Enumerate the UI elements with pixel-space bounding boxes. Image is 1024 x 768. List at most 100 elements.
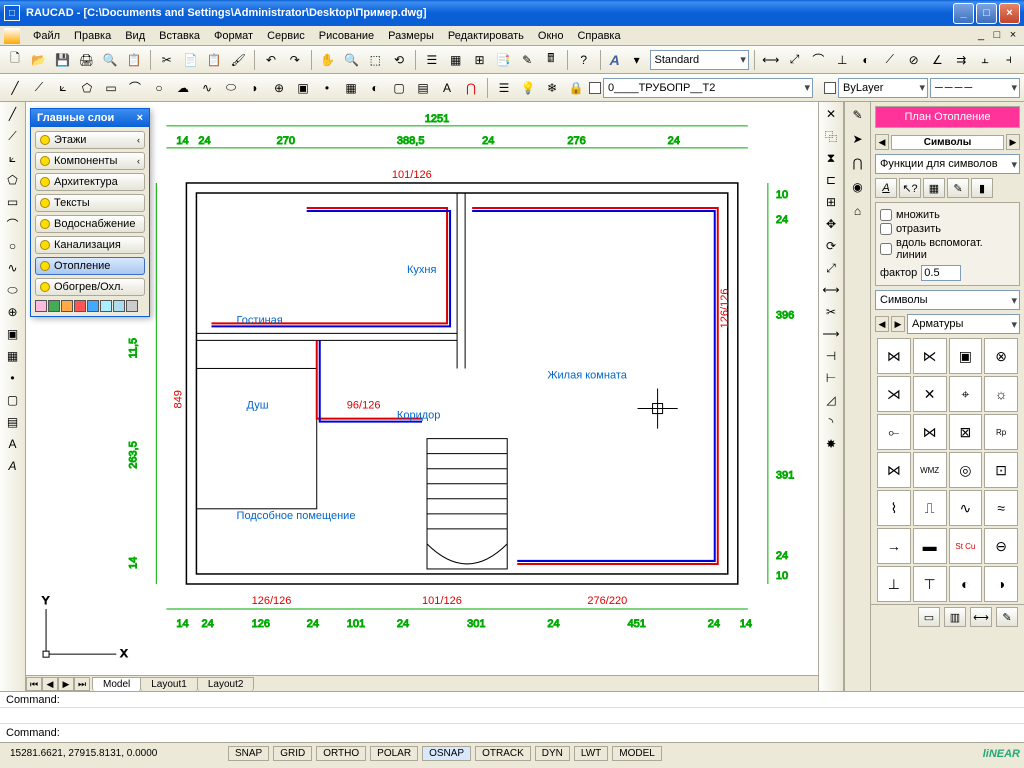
category-combo[interactable]: Арматуры <box>907 314 1020 334</box>
design-center-icon[interactable]: ▦ <box>445 49 467 71</box>
undo-icon[interactable]: ↶ <box>260 49 282 71</box>
stretch-icon[interactable]: ⟷ <box>821 280 841 300</box>
zoom-win-icon[interactable]: ⬚ <box>364 49 386 71</box>
st-table-icon[interactable]: ▤ <box>3 412 23 432</box>
layer-components[interactable]: Компоненты‹ <box>35 152 145 170</box>
paste-icon[interactable]: 📋 <box>203 49 225 71</box>
layer-freeze-icon[interactable]: ❄ <box>541 77 563 99</box>
symbol-wave2[interactable]: ∿ <box>949 490 983 526</box>
snap-toggle[interactable]: SNAP <box>228 746 269 761</box>
command-input[interactable]: Command: <box>0 724 1024 742</box>
symbol-valve9[interactable]: ⟜ <box>877 414 911 450</box>
command-history-line2[interactable] <box>0 708 1024 724</box>
st-polygon-icon[interactable]: ⬠ <box>3 170 23 190</box>
symbols-combo[interactable]: Символы <box>875 290 1020 310</box>
layer-floors[interactable]: Этажи‹ <box>35 131 145 149</box>
symbol-valve12[interactable]: Rp <box>984 414 1018 450</box>
st-rect-icon[interactable]: ▭ <box>3 192 23 212</box>
linetype-combo[interactable]: ──── <box>930 78 1020 98</box>
lwt-toggle[interactable]: LWT <box>574 746 608 761</box>
cut-icon[interactable]: ✂ <box>156 49 178 71</box>
markup-icon[interactable]: ✎ <box>516 49 538 71</box>
menu-service[interactable]: Сервис <box>260 28 312 44</box>
command-history-line[interactable]: Command: <box>0 692 1024 708</box>
pan-icon[interactable]: ✋ <box>317 49 339 71</box>
st-point-icon[interactable]: • <box>3 368 23 388</box>
symbol-valve8[interactable]: ☼ <box>984 376 1018 412</box>
st-block-icon[interactable]: ▣ <box>3 324 23 344</box>
swatch-3[interactable] <box>61 300 73 312</box>
st-pline-icon[interactable]: ⟀ <box>3 148 23 168</box>
swatch-7[interactable] <box>113 300 125 312</box>
scale-icon[interactable]: ⤢ <box>821 258 841 278</box>
layer-mgr-icon[interactable]: ☰ <box>493 77 515 99</box>
explode-icon[interactable]: ✸ <box>821 434 841 454</box>
st-insert-icon[interactable]: ⊕ <box>3 302 23 322</box>
tab-layout1[interactable]: Layout1 <box>140 677 198 691</box>
block-icon[interactable]: ▣ <box>292 77 314 99</box>
symbol-valve7[interactable]: ⌖ <box>949 376 983 412</box>
along-lines-checkbox[interactable]: вдоль вспомогат. линии <box>880 237 1015 261</box>
symbol-valve11[interactable]: ⊠ <box>949 414 983 450</box>
preview-icon[interactable]: 🔍 <box>99 49 121 71</box>
xline-icon[interactable]: ⟋ <box>28 77 50 99</box>
rs-compass-icon[interactable]: ◉ <box>847 176 869 198</box>
symbol-misc3[interactable]: ◐ <box>949 566 983 602</box>
cat-next-icon[interactable]: ▶ <box>891 316 905 332</box>
rectangle-icon[interactable]: ▭ <box>100 77 122 99</box>
mirror-checkbox[interactable]: отразить <box>880 223 1015 235</box>
sym-pencil-icon[interactable]: ✎ <box>947 178 969 198</box>
revcloud-icon[interactable]: ☁ <box>172 77 194 99</box>
symbol-valve14[interactable]: WMZ <box>913 452 947 488</box>
polar-toggle[interactable]: POLAR <box>370 746 418 761</box>
osnap-toggle[interactable]: OSNAP <box>422 746 471 761</box>
menu-file[interactable]: Файл <box>26 28 67 44</box>
symbol-stcu[interactable]: St Cu <box>949 528 983 564</box>
symbol-valve6[interactable]: ✕ <box>913 376 947 412</box>
sym-text-icon[interactable]: A <box>875 178 897 198</box>
dim-baseline-icon[interactable]: ⫠ <box>974 49 996 71</box>
menu-edit[interactable]: Правка <box>67 28 118 44</box>
pline-icon[interactable]: ⟀ <box>52 77 74 99</box>
st-arc-icon[interactable]: ⌒ <box>3 214 23 234</box>
magnet-icon[interactable]: ⋂ <box>460 77 482 99</box>
tab-model[interactable]: Model <box>92 677 141 691</box>
dim-diameter-icon[interactable]: ⊘ <box>903 49 925 71</box>
dyn-toggle[interactable]: DYN <box>535 746 570 761</box>
symbol-valve10[interactable]: ⋈ <box>913 414 947 450</box>
swatch-8[interactable] <box>126 300 138 312</box>
menu-draw[interactable]: Рисование <box>312 28 381 44</box>
tab-layout2[interactable]: Layout2 <box>197 677 255 691</box>
sheet-icon[interactable]: 📑 <box>492 49 514 71</box>
offset-icon[interactable]: ⊏ <box>821 170 841 190</box>
symbol-misc1[interactable]: ⊥ <box>877 566 911 602</box>
tab-last-icon[interactable]: ⏭ <box>74 677 90 691</box>
symbol-valve2[interactable]: ⋉ <box>913 338 947 374</box>
redo-icon[interactable]: ↷ <box>284 49 306 71</box>
gradient-icon[interactable]: ◐ <box>364 77 386 99</box>
fillet-icon[interactable]: ◝ <box>821 412 841 432</box>
dim-arc-icon[interactable]: ⌒ <box>807 49 829 71</box>
otrack-toggle[interactable]: OTRACK <box>475 746 531 761</box>
match-icon[interactable]: 🖌 <box>227 49 249 71</box>
swatch-4[interactable] <box>74 300 86 312</box>
qcalc-icon[interactable]: 🖩 <box>540 49 562 71</box>
mdi-minimize[interactable]: _ <box>974 29 988 43</box>
symbol-valve3[interactable]: ▣ <box>949 338 983 374</box>
layer-bulb-icon[interactable]: 💡 <box>517 77 539 99</box>
st-line-icon[interactable]: ╱ <box>3 104 23 124</box>
symbol-wave1[interactable]: ⌇ <box>877 490 911 526</box>
symbol-misc4[interactable]: ◑ <box>984 566 1018 602</box>
ellipsearc-icon[interactable]: ◗ <box>244 77 266 99</box>
mtext-icon[interactable]: A <box>436 77 458 99</box>
layer-heating[interactable]: Отопление <box>35 257 145 275</box>
save-icon[interactable]: 💾 <box>52 49 74 71</box>
symbol-step[interactable]: ⎍ <box>913 490 947 526</box>
help-icon[interactable]: ? <box>573 49 595 71</box>
symbol-radiator[interactable]: ▬ <box>913 528 947 564</box>
region-icon[interactable]: ▢ <box>388 77 410 99</box>
dim-continue-icon[interactable]: ⫞ <box>998 49 1020 71</box>
layer-texts[interactable]: Тексты <box>35 194 145 212</box>
multiply-checkbox[interactable]: множить <box>880 209 1015 221</box>
erase-icon[interactable]: ✕ <box>821 104 841 124</box>
